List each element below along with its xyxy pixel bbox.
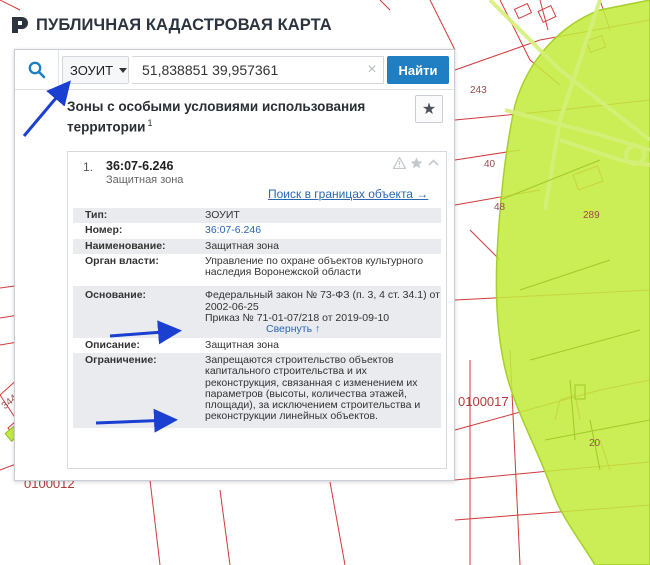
attr-value: Защитная зона [205,238,441,254]
search-toggle[interactable] [15,50,59,90]
attr-key: Наименование: [73,238,205,254]
chevron-up-icon[interactable] [427,157,440,169]
result-code[interactable]: 36:07-6.246 [106,159,173,173]
attributes-table: Тип: ЗОУИТ Номер: 36:07-6.246 Наименован… [73,208,441,428]
search-in-bounds-link[interactable]: Поиск в границах объекта → [268,187,428,201]
basis-line-1: Федеральный закон № 73-ФЗ (п. 3, 4 ст. 3… [205,289,440,313]
object-type-value: ЗОУИТ [70,62,114,78]
attr-key: Тип: [73,208,205,224]
find-button[interactable]: Найти [387,56,449,84]
attr-value: Управление по охране объектов культурног… [205,254,424,279]
panel-heading-count: 1 [147,118,153,128]
app-logo-icon[interactable] [10,15,28,35]
table-row: Ограничение: Запрещаются строительство о… [73,352,441,428]
attr-value: ЗОУИТ [205,208,441,224]
table-row: Тип: ЗОУИТ [73,208,441,224]
parcel-label: 48 [494,202,506,213]
app-header: ПУБЛИЧНАЯ КАДАСТРОВАЯ КАРТА [10,12,332,38]
parcel-label: 289 [583,210,600,221]
star-icon: ★ [421,101,437,118]
search-bar: ЗОУИТ × Найти [15,50,454,90]
table-row: Наименование: Защитная зона [73,238,441,254]
search-icon [28,61,45,79]
attr-value: Запрещаются строительство объектов капит… [205,352,441,428]
chevron-down-icon [119,67,128,73]
search-results-panel: ЗОУИТ × Найти Зоны с особыми условиями и… [14,49,455,481]
attr-key: Номер: [85,224,123,237]
attr-value: Защитная зона [205,338,279,351]
result-card: 1. 36:07-6.246 Защитная зона Поиск в гра… [67,151,447,469]
favorite-button[interactable]: ★ [415,95,443,123]
table-row: Основание: Федеральный закон № 73-ФЗ (п.… [73,286,441,338]
attr-key: Ограничение: [73,352,205,428]
app-title: ПУБЛИЧНАЯ КАДАСТРОВАЯ КАРТА [36,15,332,35]
table-row: Орган власти: Управление по охране объек… [73,254,441,287]
basis-line-2: Приказ № 71-01-07/218 от 2019-09-10 [205,312,390,325]
collapse-link[interactable]: Свернуть ↑ [205,324,441,336]
parcel-label: 243 [470,85,487,96]
warning-icon[interactable] [393,157,406,169]
panel-heading-text: Зоны с особыми условиями использования т… [67,99,366,135]
clear-icon[interactable]: × [364,61,380,79]
object-type-select[interactable]: ЗОУИТ [62,56,129,84]
panel-heading: Зоны с особыми условиями использования т… [67,98,397,136]
star-icon[interactable] [410,157,423,169]
quarter-label: 0100017 [458,394,509,409]
attr-key: Орган власти: [85,254,159,267]
card-tools [393,157,440,169]
coordinates-input[interactable] [132,56,384,84]
attr-key: Описание: [85,338,140,351]
table-row: Номер: 36:07-6.246 [73,223,441,238]
parcel-label: 40 [484,159,496,170]
protected-zone-polygon[interactable] [488,0,650,565]
result-index: 1. [83,160,94,174]
parcel-label: 20 [589,438,601,449]
result-subtitle: Защитная зона [106,174,184,186]
attr-key: Основание: [73,286,205,338]
table-row: Описание: Защитная зона [73,338,441,353]
attr-value-link[interactable]: 36:07-6.246 [205,223,441,238]
attr-value: Федеральный закон № 73-ФЗ (п. 3, 4 ст. 3… [205,286,441,338]
